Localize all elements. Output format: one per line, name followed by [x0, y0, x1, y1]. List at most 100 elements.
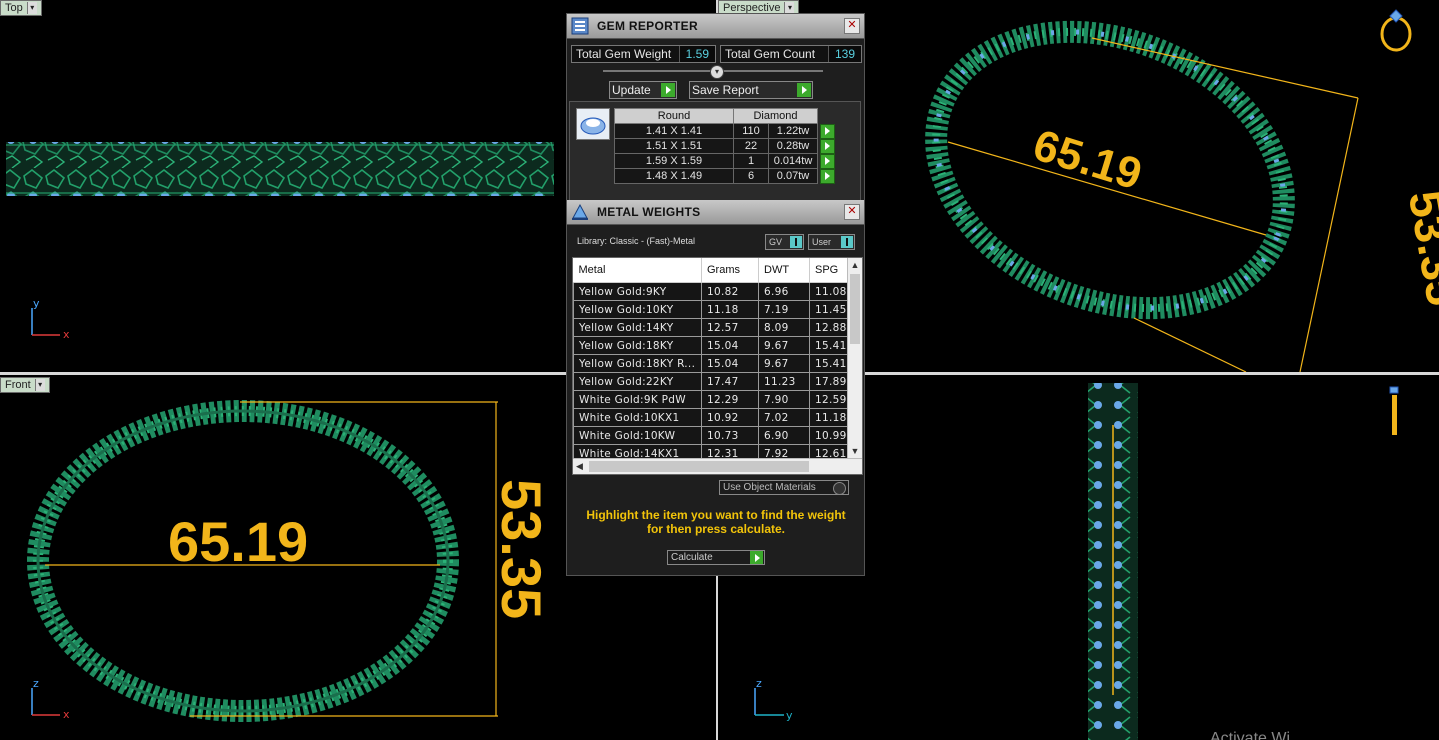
table-row[interactable]: Yellow Gold:22KY 17.47 11.23 17.89 — [573, 372, 848, 391]
gem-count: 110 — [733, 123, 769, 139]
use-object-materials-button[interactable]: Use Object Materials — [719, 480, 849, 495]
metal-table: Metal Grams DWT SPG Yellow Gold:9KY 10.82… — [573, 258, 848, 474]
play-icon[interactable] — [750, 551, 763, 564]
metal-table-hscroll[interactable]: ◀ — [573, 458, 862, 474]
metal-grams: 15.04 — [701, 354, 759, 373]
table-row[interactable]: Yellow Gold:18KY 15.04 9.67 15.41 — [573, 336, 848, 355]
metal-table-vscroll[interactable]: ▲ ▼ — [847, 258, 862, 458]
total-gem-weight-value: 1.59 — [678, 46, 715, 62]
gem-row[interactable]: 1.48 X 1.49 6 0.07tw — [614, 168, 836, 184]
gv-toggle-label: GV — [769, 237, 783, 247]
gem-row[interactable]: 1.41 X 1.41 110 1.22tw — [614, 123, 836, 139]
metal-weights-title: METAL WEIGHTS — [597, 205, 701, 219]
metal-weights-header[interactable]: METAL WEIGHTS ✕ — [567, 200, 864, 225]
scroll-thumb[interactable] — [850, 274, 860, 344]
play-icon[interactable] — [661, 83, 675, 97]
metal-table-container[interactable]: Metal Grams DWT SPG Yellow Gold:9KY 10.82… — [572, 257, 863, 475]
save-report-label: Save Report — [692, 83, 759, 97]
user-toggle-label: User — [812, 237, 832, 247]
select-gem-icon[interactable] — [820, 153, 835, 169]
play-icon[interactable] — [797, 83, 811, 97]
gem-type-header: Diamond — [733, 108, 818, 124]
col-header-spg[interactable]: SPG — [809, 258, 848, 283]
chevron-down-icon[interactable]: ▾ — [34, 379, 45, 391]
gem-report-icon — [569, 15, 591, 37]
close-icon[interactable]: ✕ — [844, 204, 860, 220]
gem-reporter-title: GEM REPORTER — [597, 19, 698, 33]
scroll-thumb[interactable] — [589, 461, 809, 472]
close-icon[interactable]: ✕ — [844, 18, 860, 34]
col-header-dwt[interactable]: DWT — [758, 258, 810, 283]
update-button[interactable]: Update — [609, 81, 677, 99]
calculate-button[interactable]: Calculate — [667, 550, 765, 565]
gem-stats: Total Gem Weight 1.59 Total Gem Count 13… — [571, 45, 862, 63]
scale-icon — [569, 201, 591, 223]
gem-report-slider-knob[interactable]: ▾ — [710, 65, 724, 79]
metal-grams: 11.18 — [701, 300, 759, 319]
axis-y-label: y — [33, 297, 40, 310]
scroll-up-icon[interactable]: ▲ — [848, 258, 862, 272]
metal-grams: 17.47 — [701, 372, 759, 391]
axis-indicator-right — [754, 688, 784, 716]
calculate-label: Calculate — [671, 552, 713, 563]
viewport-label-front[interactable]: Front ▾ — [0, 377, 50, 393]
metal-spg: 10.99 — [809, 426, 848, 445]
gem-row[interactable]: 1.51 X 1.51 22 0.28tw — [614, 138, 836, 154]
user-toggle[interactable]: User — [808, 234, 855, 250]
metal-grams: 10.92 — [701, 408, 759, 427]
radio-icon[interactable] — [833, 482, 846, 495]
metal-dwt: 7.02 — [758, 408, 810, 427]
table-row[interactable]: Yellow Gold:9KY 10.82 6.96 11.08 — [573, 282, 848, 301]
gem-size: 1.41 X 1.41 — [614, 123, 734, 139]
viewport-label-top[interactable]: Top ▾ — [0, 0, 42, 16]
gem-count: 22 — [733, 138, 769, 154]
total-gem-weight-label: Total Gem Weight — [576, 47, 672, 61]
gem-weight: 0.014tw — [768, 153, 818, 169]
metal-dwt: 9.67 — [758, 354, 810, 373]
activation-watermark: Activate Wi — [1210, 730, 1291, 740]
gem-row[interactable]: 1.59 X 1.59 1 0.014tw — [614, 153, 836, 169]
metal-spg: 12.88 — [809, 318, 848, 337]
axis-z-label: z — [33, 677, 39, 690]
table-row[interactable]: White Gold:10KX1 10.92 7.02 11.18 — [573, 408, 848, 427]
table-row[interactable]: Yellow Gold:18KY R... 15.04 9.67 15.41 — [573, 354, 848, 373]
library-toggles: GV User — [765, 234, 855, 250]
metal-name: Yellow Gold:22KY — [573, 372, 702, 391]
metal-dwt: 8.09 — [758, 318, 810, 337]
metal-spg: 11.18 — [809, 408, 848, 427]
library-label: Library: Classic - (Fast)-Metal — [577, 236, 696, 246]
gem-report-actions: Update Save Report — [609, 81, 813, 99]
dimension-width-front: 65.19 — [168, 510, 308, 573]
select-gem-icon[interactable] — [820, 168, 835, 184]
use-object-materials-label: Use Object Materials — [723, 482, 816, 493]
metal-grams: 10.82 — [701, 282, 759, 301]
scroll-left-icon[interactable]: ◀ — [576, 459, 583, 474]
toggle-icon[interactable] — [841, 236, 853, 248]
gv-toggle[interactable]: GV — [765, 234, 804, 250]
table-row[interactable]: White Gold:10KW 10.73 6.90 10.99 — [573, 426, 848, 445]
metal-grams: 12.57 — [701, 318, 759, 337]
gem-reporter-header[interactable]: GEM REPORTER ✕ — [567, 14, 864, 39]
select-gem-icon[interactable] — [820, 138, 835, 154]
chevron-down-icon[interactable]: ▾ — [26, 2, 37, 14]
select-gem-icon[interactable] — [820, 123, 835, 139]
table-row[interactable]: White Gold:9K PdW 12.29 7.90 12.59 — [573, 390, 848, 409]
scroll-down-icon[interactable]: ▼ — [848, 444, 862, 458]
update-button-label: Update — [612, 83, 651, 97]
axis-indicator-top — [31, 308, 60, 336]
col-header-metal[interactable]: Metal — [573, 258, 702, 283]
dimension-height-perspective: 53.35 — [1399, 187, 1439, 309]
gem-weight: 1.22tw — [768, 123, 818, 139]
table-row[interactable]: Yellow Gold:10KY 11.18 7.19 11.45 — [573, 300, 848, 319]
metal-spg: 15.41 — [809, 354, 848, 373]
toggle-icon[interactable] — [790, 236, 802, 248]
col-header-grams[interactable]: Grams — [701, 258, 759, 283]
axis-x-label: x — [63, 328, 70, 341]
gem-size: 1.59 X 1.59 — [614, 153, 734, 169]
pendant-nav-icon[interactable] — [1389, 386, 1399, 435]
metal-grams: 12.29 — [701, 390, 759, 409]
ring-nav-icon[interactable] — [1380, 9, 1412, 52]
save-report-button[interactable]: Save Report — [689, 81, 813, 99]
table-row[interactable]: Yellow Gold:14KY 12.57 8.09 12.88 — [573, 318, 848, 337]
metal-dwt: 7.19 — [758, 300, 810, 319]
